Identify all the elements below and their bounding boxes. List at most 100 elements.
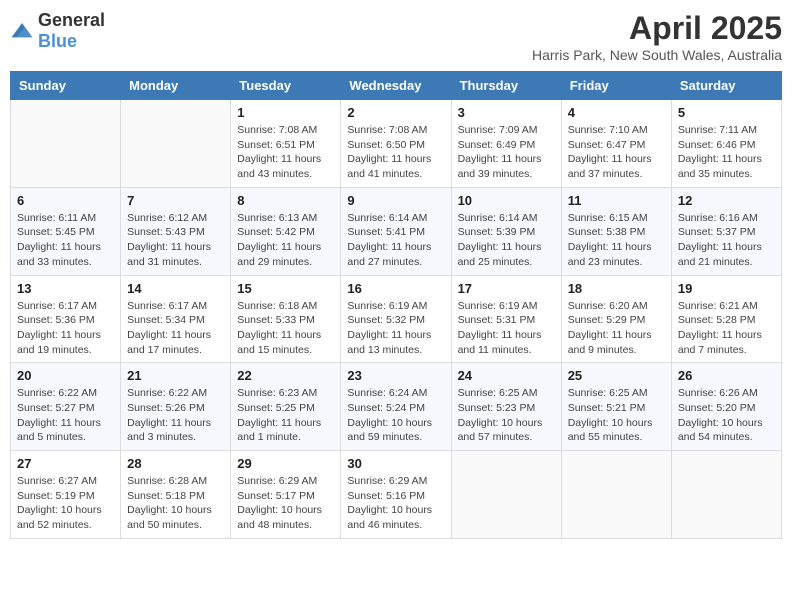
day-number: 25 (568, 368, 665, 383)
day-number: 28 (127, 456, 224, 471)
day-info: Sunrise: 6:26 AMSunset: 5:20 PMDaylight:… (678, 386, 775, 445)
weekday-header-cell: Thursday (451, 72, 561, 100)
logo-icon (10, 21, 34, 41)
calendar-cell: 30 Sunrise: 6:29 AMSunset: 5:16 PMDayligh… (341, 451, 451, 539)
day-info: Sunrise: 6:15 AMSunset: 5:38 PMDaylight:… (568, 211, 665, 270)
day-info: Sunrise: 6:11 AMSunset: 5:45 PMDaylight:… (17, 211, 114, 270)
day-info: Sunrise: 6:18 AMSunset: 5:33 PMDaylight:… (237, 299, 334, 358)
day-info: Sunrise: 6:22 AMSunset: 5:27 PMDaylight:… (17, 386, 114, 445)
day-number: 23 (347, 368, 444, 383)
calendar-cell: 10 Sunrise: 6:14 AMSunset: 5:39 PMDayligh… (451, 187, 561, 275)
calendar-cell: 14 Sunrise: 6:17 AMSunset: 5:34 PMDayligh… (121, 275, 231, 363)
calendar-cell: 26 Sunrise: 6:26 AMSunset: 5:20 PMDayligh… (671, 363, 781, 451)
day-info: Sunrise: 6:19 AMSunset: 5:31 PMDaylight:… (458, 299, 555, 358)
day-number: 6 (17, 193, 114, 208)
day-info: Sunrise: 6:20 AMSunset: 5:29 PMDaylight:… (568, 299, 665, 358)
day-info: Sunrise: 7:11 AMSunset: 6:46 PMDaylight:… (678, 123, 775, 182)
calendar-cell (11, 100, 121, 188)
day-number: 10 (458, 193, 555, 208)
day-info: Sunrise: 6:28 AMSunset: 5:18 PMDaylight:… (127, 474, 224, 533)
day-info: Sunrise: 6:17 AMSunset: 5:36 PMDaylight:… (17, 299, 114, 358)
day-number: 26 (678, 368, 775, 383)
day-info: Sunrise: 6:22 AMSunset: 5:26 PMDaylight:… (127, 386, 224, 445)
calendar-cell: 8 Sunrise: 6:13 AMSunset: 5:42 PMDaylight… (231, 187, 341, 275)
day-number: 21 (127, 368, 224, 383)
calendar-cell: 22 Sunrise: 6:23 AMSunset: 5:25 PMDayligh… (231, 363, 341, 451)
calendar-cell: 18Sunrise: 6:20 AMSunset: 5:29 PMDayligh… (561, 275, 671, 363)
calendar-cell: 16 Sunrise: 6:19 AMSunset: 5:32 PMDayligh… (341, 275, 451, 363)
day-info: Sunrise: 6:17 AMSunset: 5:34 PMDaylight:… (127, 299, 224, 358)
weekday-header-row: SundayMondayTuesdayWednesdayThursdayFrid… (11, 72, 782, 100)
day-info: Sunrise: 6:23 AMSunset: 5:25 PMDaylight:… (237, 386, 334, 445)
calendar-cell: 28 Sunrise: 6:28 AMSunset: 5:18 PMDayligh… (121, 451, 231, 539)
day-info: Sunrise: 7:09 AMSunset: 6:49 PMDaylight:… (458, 123, 555, 182)
calendar-week-row: 1 Sunrise: 7:08 AMSunset: 6:51 PMDaylight… (11, 100, 782, 188)
logo-text: General Blue (38, 10, 105, 52)
calendar-cell (451, 451, 561, 539)
calendar-body: 1 Sunrise: 7:08 AMSunset: 6:51 PMDaylight… (11, 100, 782, 539)
calendar-cell (671, 451, 781, 539)
day-number: 14 (127, 281, 224, 296)
logo-blue: Blue (38, 31, 77, 51)
day-number: 15 (237, 281, 334, 296)
calendar-cell: 27 Sunrise: 6:27 AMSunset: 5:19 PMDayligh… (11, 451, 121, 539)
day-number: 16 (347, 281, 444, 296)
page-header: General Blue April 2025 Harris Park, New… (10, 10, 782, 63)
calendar-cell: 20 Sunrise: 6:22 AMSunset: 5:27 PMDayligh… (11, 363, 121, 451)
weekday-header-cell: Friday (561, 72, 671, 100)
day-number: 19 (678, 281, 775, 296)
title-block: April 2025 Harris Park, New South Wales,… (532, 10, 782, 63)
day-number: 4 (568, 105, 665, 120)
calendar-cell: 23Sunrise: 6:24 AMSunset: 5:24 PMDayligh… (341, 363, 451, 451)
calendar-cell: 4 Sunrise: 7:10 AMSunset: 6:47 PMDaylight… (561, 100, 671, 188)
calendar-cell (561, 451, 671, 539)
day-number: 1 (237, 105, 334, 120)
day-info: Sunrise: 6:16 AMSunset: 5:37 PMDaylight:… (678, 211, 775, 270)
day-number: 29 (237, 456, 334, 471)
calendar-cell (121, 100, 231, 188)
weekday-header-cell: Sunday (11, 72, 121, 100)
calendar-cell: 1 Sunrise: 7:08 AMSunset: 6:51 PMDaylight… (231, 100, 341, 188)
calendar-cell: 7Sunrise: 6:12 AMSunset: 5:43 PMDaylight… (121, 187, 231, 275)
weekday-header-cell: Tuesday (231, 72, 341, 100)
day-info: Sunrise: 6:29 AMSunset: 5:16 PMDaylight:… (347, 474, 444, 533)
day-number: 9 (347, 193, 444, 208)
day-info: Sunrise: 6:25 AMSunset: 5:21 PMDaylight:… (568, 386, 665, 445)
calendar-cell: 25 Sunrise: 6:25 AMSunset: 5:21 PMDayligh… (561, 363, 671, 451)
day-info: Sunrise: 6:19 AMSunset: 5:32 PMDaylight:… (347, 299, 444, 358)
day-number: 27 (17, 456, 114, 471)
day-info: Sunrise: 6:21 AMSunset: 5:28 PMDaylight:… (678, 299, 775, 358)
day-number: 13 (17, 281, 114, 296)
day-info: Sunrise: 7:08 AMSunset: 6:50 PMDaylight:… (347, 123, 444, 182)
calendar-cell: 5 Sunrise: 7:11 AMSunset: 6:46 PMDaylight… (671, 100, 781, 188)
day-info: Sunrise: 6:25 AMSunset: 5:23 PMDaylight:… (458, 386, 555, 445)
day-number: 20 (17, 368, 114, 383)
day-info: Sunrise: 7:10 AMSunset: 6:47 PMDaylight:… (568, 123, 665, 182)
day-info: Sunrise: 6:27 AMSunset: 5:19 PMDaylight:… (17, 474, 114, 533)
calendar-cell: 29 Sunrise: 6:29 AMSunset: 5:17 PMDayligh… (231, 451, 341, 539)
day-info: Sunrise: 6:29 AMSunset: 5:17 PMDaylight:… (237, 474, 334, 533)
day-info: Sunrise: 6:12 AMSunset: 5:43 PMDaylight:… (127, 211, 224, 270)
calendar-cell: 21 Sunrise: 6:22 AMSunset: 5:26 PMDayligh… (121, 363, 231, 451)
location-title: Harris Park, New South Wales, Australia (532, 47, 782, 63)
calendar-cell: 15 Sunrise: 6:18 AMSunset: 5:33 PMDayligh… (231, 275, 341, 363)
weekday-header-cell: Monday (121, 72, 231, 100)
day-info: Sunrise: 7:08 AMSunset: 6:51 PMDaylight:… (237, 123, 334, 182)
day-number: 22 (237, 368, 334, 383)
day-number: 30 (347, 456, 444, 471)
calendar-cell: 24 Sunrise: 6:25 AMSunset: 5:23 PMDayligh… (451, 363, 561, 451)
day-number: 24 (458, 368, 555, 383)
day-number: 5 (678, 105, 775, 120)
day-info: Sunrise: 6:14 AMSunset: 5:39 PMDaylight:… (458, 211, 555, 270)
weekday-header-cell: Wednesday (341, 72, 451, 100)
calendar-cell: 6 Sunrise: 6:11 AMSunset: 5:45 PMDaylight… (11, 187, 121, 275)
day-number: 11 (568, 193, 665, 208)
calendar-cell: 2Sunrise: 7:08 AMSunset: 6:50 PMDaylight… (341, 100, 451, 188)
calendar-cell: 17Sunrise: 6:19 AMSunset: 5:31 PMDayligh… (451, 275, 561, 363)
day-info: Sunrise: 6:13 AMSunset: 5:42 PMDaylight:… (237, 211, 334, 270)
calendar-cell: 9Sunrise: 6:14 AMSunset: 5:41 PMDaylight… (341, 187, 451, 275)
calendar-week-row: 27 Sunrise: 6:27 AMSunset: 5:19 PMDayligh… (11, 451, 782, 539)
day-number: 8 (237, 193, 334, 208)
month-title: April 2025 (532, 10, 782, 47)
calendar-week-row: 20 Sunrise: 6:22 AMSunset: 5:27 PMDayligh… (11, 363, 782, 451)
